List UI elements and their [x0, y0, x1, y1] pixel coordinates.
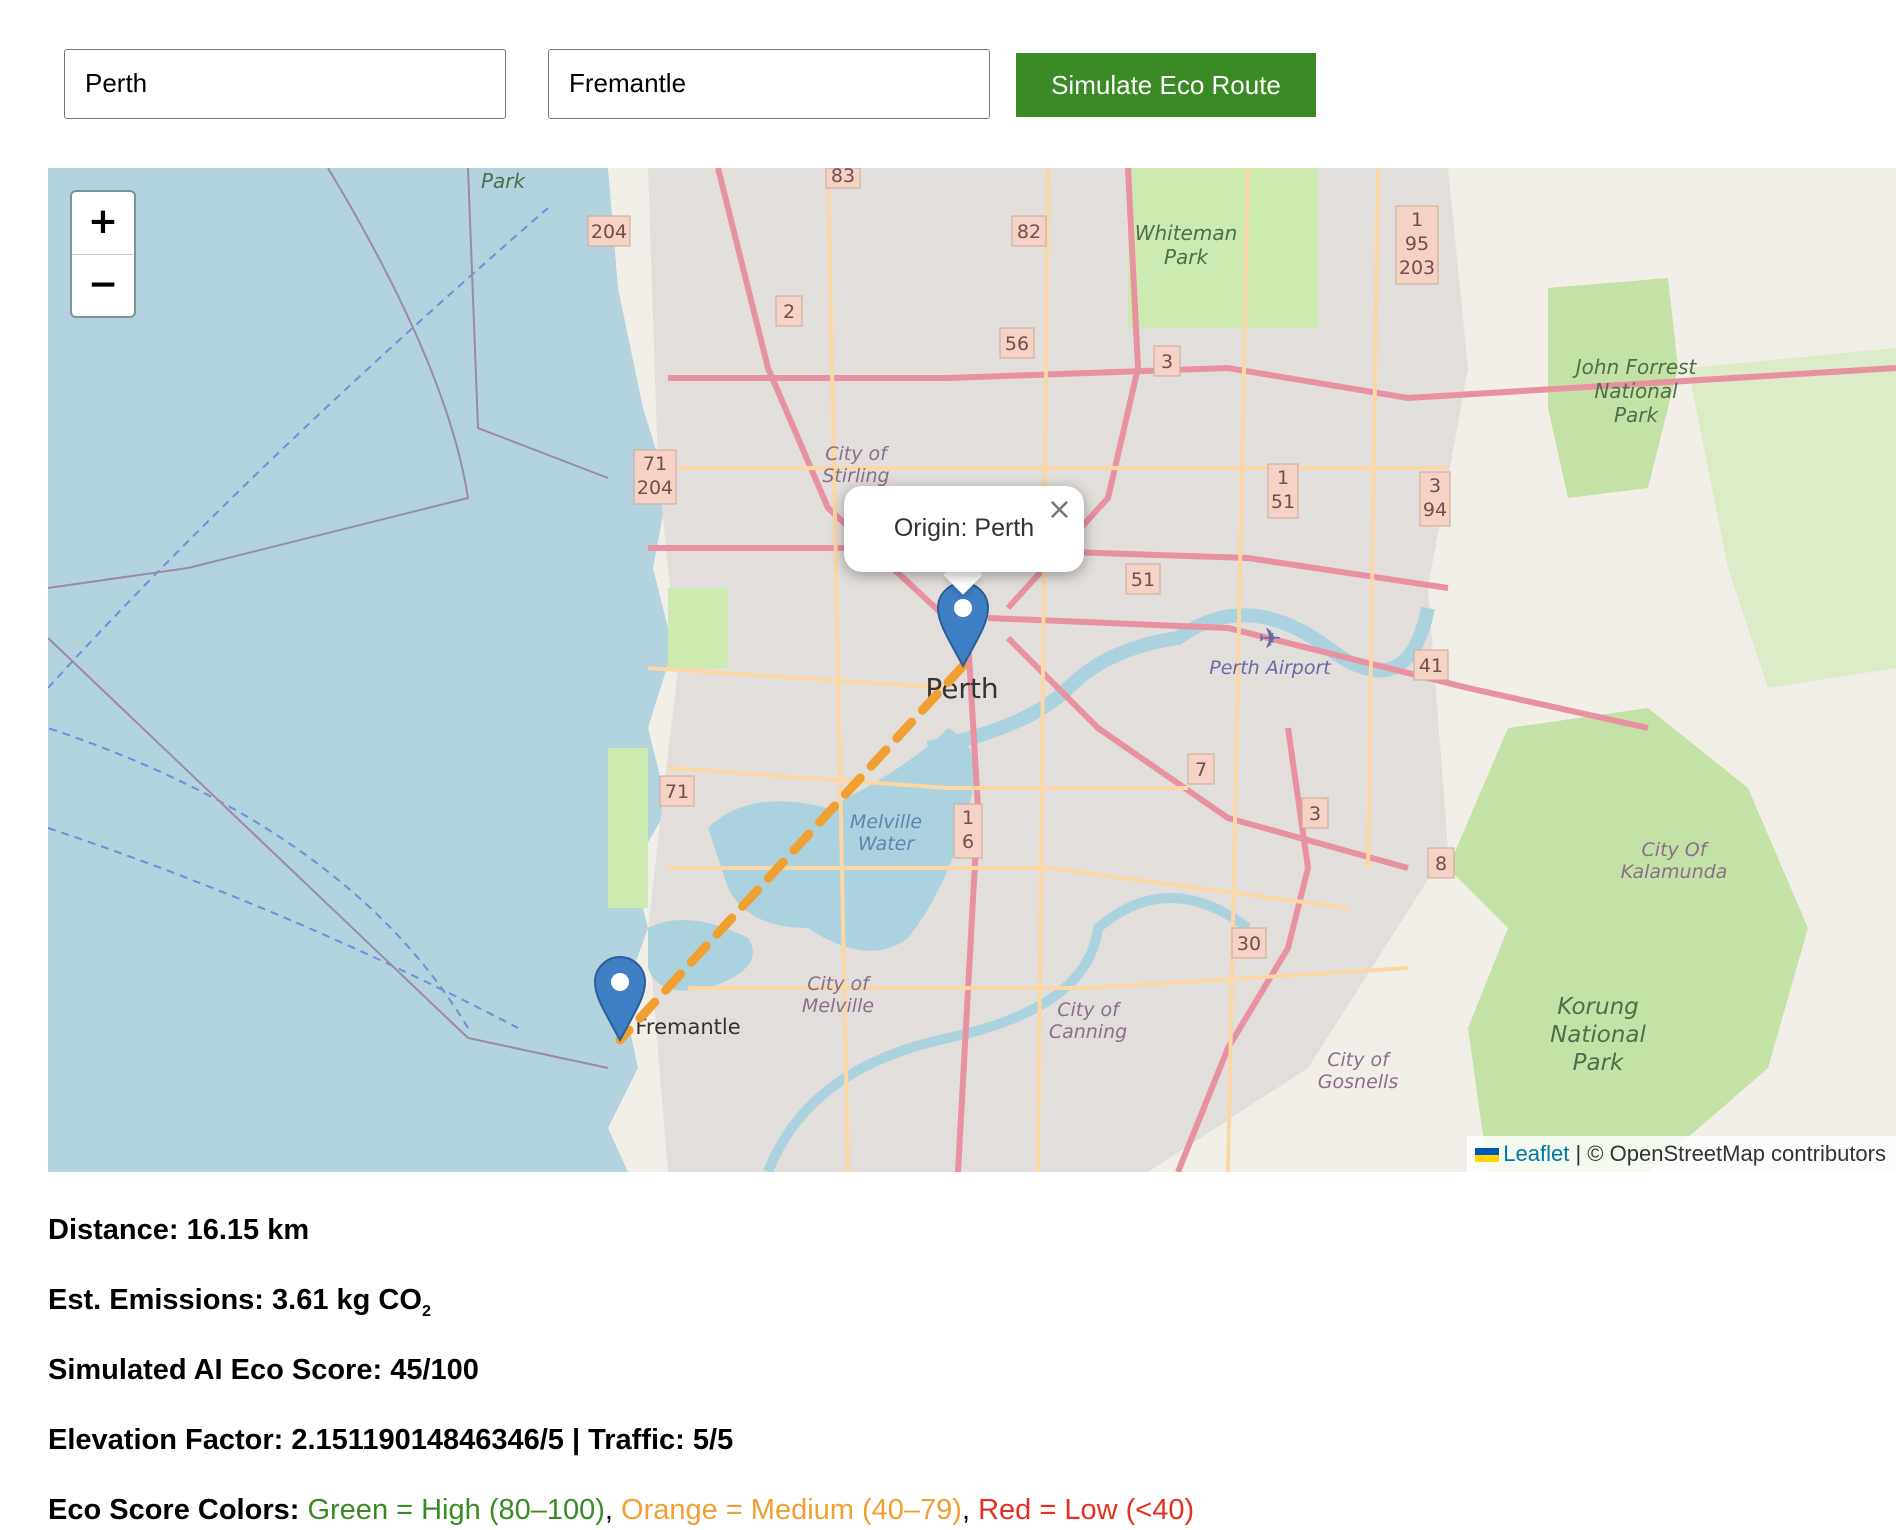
elevation-traffic-line: Elevation Factor: 2.15119014846346/5 | T…: [48, 1424, 734, 1456]
label-melville: Melville: [802, 995, 874, 1017]
popup-close-icon[interactable]: ×: [1047, 492, 1072, 527]
eco-score-line: Simulated AI Eco Score: 45/100: [48, 1354, 479, 1386]
label-gosnells: Gosnells: [1318, 1071, 1399, 1093]
svg-text:3: 3: [1429, 475, 1441, 497]
zoom-out-button[interactable]: −: [72, 255, 134, 317]
airport-icon: ✈: [1258, 623, 1281, 654]
zoom-in-button[interactable]: +: [72, 192, 134, 255]
label-city-of-melville: City of: [807, 973, 872, 995]
label-city-of-stirling: City of: [825, 443, 890, 465]
eco-score-value: 45/100: [390, 1354, 479, 1386]
svg-text:95: 95: [1405, 233, 1429, 255]
legend-high: Green = High (80–100): [307, 1494, 605, 1526]
svg-text:82: 82: [1017, 221, 1041, 243]
svg-text:8: 8: [1435, 853, 1447, 875]
label-john-forrest-park: Park: [1614, 403, 1660, 427]
elevation-value: 2.15119014846346/5: [291, 1424, 564, 1456]
svg-text:71: 71: [643, 453, 667, 475]
svg-text:94: 94: [1423, 499, 1447, 521]
traffic-value: 5/5: [692, 1424, 734, 1456]
label-whiteman-park: Park: [1164, 245, 1210, 269]
svg-text:83: 83: [831, 168, 855, 187]
svg-text:204: 204: [591, 221, 627, 243]
svg-text:51: 51: [1131, 569, 1155, 591]
whiteman-park-area: [1128, 168, 1318, 328]
label-kalamunda: Kalamunda: [1621, 861, 1728, 883]
label-john-forrest-national: National: [1594, 379, 1678, 403]
ukraine-flag-icon: [1475, 1148, 1500, 1163]
label-city-of-gosnells: City of: [1327, 1049, 1392, 1071]
map-attribution: Leaflet | © OpenStreetMap contributors: [1467, 1136, 1896, 1172]
zoom-control: + −: [70, 190, 136, 318]
svg-text:3: 3: [1161, 351, 1173, 373]
label-melville-water: Melville: [850, 811, 922, 833]
label-city-of-canning: City of: [1057, 999, 1122, 1021]
svg-text:7: 7: [1195, 759, 1207, 781]
svg-text:6: 6: [962, 831, 974, 853]
distance-value: 16.15 km: [186, 1214, 310, 1246]
svg-text:1: 1: [962, 807, 974, 829]
label-canning: Canning: [1049, 1021, 1127, 1043]
origin-input[interactable]: Perth: [64, 49, 506, 119]
label-john-forrest: John Forrest: [1572, 355, 1698, 379]
svg-text:203: 203: [1399, 257, 1435, 279]
label-perth-airport: Perth Airport: [1209, 657, 1332, 679]
svg-text:3: 3: [1309, 803, 1321, 825]
distance-line: Distance: 16.15 km: [48, 1214, 310, 1246]
label-korung: Korung: [1557, 994, 1639, 1020]
label-korung-park: Park: [1573, 1050, 1625, 1076]
map-tiles[interactable]: 83 204 82 2 56 3 71204 151 394 51 41 71 …: [48, 168, 1896, 1172]
svg-text:30: 30: [1237, 933, 1261, 955]
legend-medium: Orange = Medium (40–79): [621, 1494, 962, 1526]
label-stirling: Stirling: [822, 465, 889, 487]
svg-text:56: 56: [1005, 333, 1029, 355]
svg-text:2: 2: [783, 301, 795, 323]
legend-low: Red = Low (<40): [978, 1494, 1195, 1526]
svg-text:51: 51: [1271, 491, 1295, 513]
svg-text:1: 1: [1277, 467, 1289, 489]
svg-text:204: 204: [637, 477, 673, 499]
svg-text:1: 1: [1411, 209, 1423, 231]
eco-score-legend: Eco Score Colors: Green = High (80–100),…: [48, 1494, 1195, 1526]
route-map[interactable]: 83 204 82 2 56 3 71 204 1 51 3 94 51 41 71 …: [48, 168, 1896, 1172]
label-water: Water: [858, 833, 916, 855]
svg-text:71: 71: [665, 781, 689, 803]
simulate-eco-route-button[interactable]: Simulate Eco Route: [1016, 53, 1316, 117]
origin-popup: Origin: Perth ×: [844, 486, 1084, 572]
leaflet-link[interactable]: Leaflet: [1503, 1141, 1569, 1166]
label-whiteman: Whiteman: [1135, 221, 1238, 245]
emissions-line: Est. Emissions: 3.61 kg CO2: [48, 1284, 431, 1320]
emissions-value: 3.61 kg CO: [272, 1284, 422, 1316]
attribution-text: | © OpenStreetMap contributors: [1575, 1141, 1886, 1166]
label-fremantle: Fremantle: [635, 1015, 740, 1039]
destination-input[interactable]: Fremantle: [548, 49, 990, 119]
label-city-of-kalamunda: City Of: [1642, 839, 1710, 861]
svg-text:41: 41: [1419, 655, 1443, 677]
label-korung-national: National: [1550, 1022, 1646, 1048]
label-park-top: Park: [481, 169, 527, 193]
